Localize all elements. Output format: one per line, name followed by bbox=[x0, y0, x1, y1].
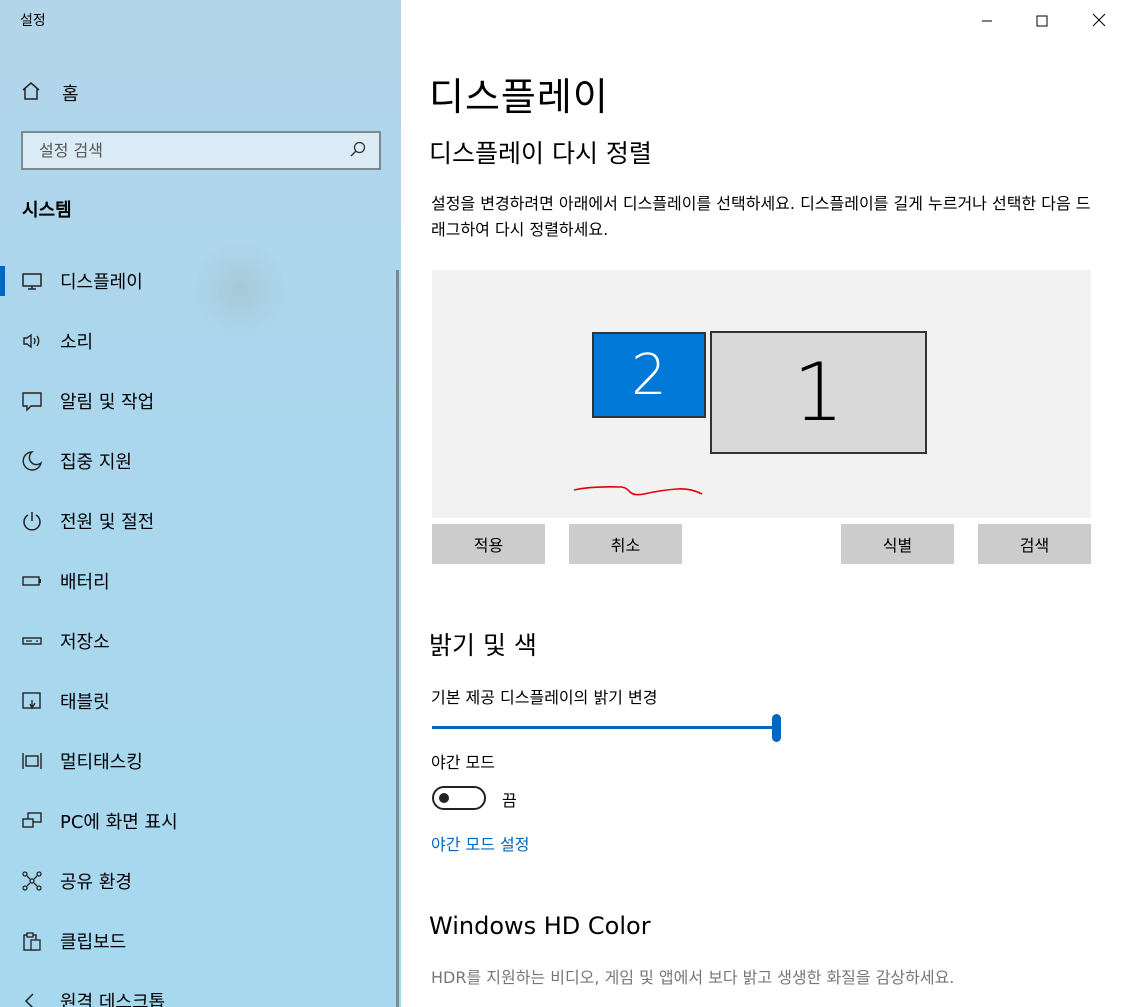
sidebar-item-label: PC에 화면 표시 bbox=[60, 812, 178, 833]
close-button[interactable] bbox=[1071, 0, 1127, 42]
sidebar-item-project[interactable]: PC에 화면 표시 bbox=[0, 791, 401, 851]
page-title: 디스플레이 bbox=[429, 75, 609, 119]
maximize-icon bbox=[1036, 12, 1048, 31]
night-mode-toggle[interactable] bbox=[432, 786, 486, 810]
red-annotation-squiggle bbox=[573, 486, 703, 496]
sidebar-item-label: 전원 및 절전 bbox=[60, 512, 155, 533]
sidebar-item-label: 원격 데스크톱 bbox=[60, 992, 166, 1007]
brightness-slider-thumb[interactable] bbox=[772, 714, 781, 742]
sidebar-item-multitasking[interactable]: 멀티태스킹 bbox=[0, 731, 401, 791]
remote-desktop-icon bbox=[20, 989, 44, 1007]
sidebar-item-home[interactable]: 홈 bbox=[20, 78, 79, 108]
brightness-label: 기본 제공 디스플레이의 밝기 변경 bbox=[431, 688, 658, 707]
identify-button[interactable]: 식별 bbox=[841, 524, 954, 564]
sidebar-nav: 디스플레이 소리 알림 및 작업 집중 지원 전원 및 절전 배터리 저장소 태… bbox=[0, 251, 401, 1007]
multitasking-icon bbox=[20, 749, 44, 773]
moon-icon bbox=[20, 449, 44, 473]
toggle-knob bbox=[439, 793, 449, 803]
maximize-button[interactable] bbox=[1014, 0, 1070, 42]
home-label: 홈 bbox=[62, 84, 79, 105]
search-input[interactable] bbox=[39, 141, 349, 160]
sidebar-item-label: 저장소 bbox=[60, 632, 110, 653]
hdr-description: HDR를 지원하는 비디오, 게임 및 앱에서 보다 밝고 생생한 화질을 감상… bbox=[431, 968, 955, 987]
sidebar-item-label: 클립보드 bbox=[60, 932, 127, 953]
close-icon bbox=[1092, 12, 1106, 31]
sidebar-item-storage[interactable]: 저장소 bbox=[0, 611, 401, 671]
rearrange-description: 설정을 변경하려면 아래에서 디스플레이를 선택하세요. 디스플레이를 길게 누… bbox=[431, 194, 1091, 239]
sidebar-item-label: 태블릿 bbox=[60, 692, 110, 713]
brightness-slider-track[interactable] bbox=[432, 726, 772, 729]
sidebar-item-remote-desktop[interactable]: 원격 데스크톱 bbox=[0, 971, 401, 1007]
sidebar-item-tablet[interactable]: 태블릿 bbox=[0, 671, 401, 731]
home-icon bbox=[20, 80, 42, 106]
sidebar-item-label: 소리 bbox=[60, 332, 94, 353]
sidebar-item-focus-assist[interactable]: 집중 지원 bbox=[0, 431, 401, 491]
sidebar-item-notifications[interactable]: 알림 및 작업 bbox=[0, 371, 401, 431]
minimize-button[interactable] bbox=[959, 0, 1015, 42]
sidebar-item-label: 디스플레이 bbox=[60, 272, 143, 293]
tablet-icon bbox=[20, 689, 44, 713]
notification-icon bbox=[20, 389, 44, 413]
sidebar-item-display[interactable]: 디스플레이 bbox=[0, 251, 401, 311]
hdr-section-title: Windows HD Color bbox=[429, 912, 651, 940]
main-content: 디스플레이 디스플레이 다시 정렬 설정을 변경하려면 아래에서 디스플레이를 … bbox=[401, 0, 1129, 1007]
sidebar-item-sound[interactable]: 소리 bbox=[0, 311, 401, 371]
battery-icon bbox=[20, 569, 44, 593]
detect-button[interactable]: 검색 bbox=[978, 524, 1091, 564]
storage-icon bbox=[20, 629, 44, 653]
display-arrangement-area[interactable]: 2 1 bbox=[432, 270, 1091, 518]
monitor-1[interactable]: 1 bbox=[710, 331, 927, 454]
sidebar-item-label: 배터리 bbox=[60, 572, 110, 593]
power-icon bbox=[20, 509, 44, 533]
monitor-icon bbox=[20, 269, 44, 293]
sidebar-item-shared-experiences[interactable]: 공유 환경 bbox=[0, 851, 401, 911]
night-mode-state: 끔 bbox=[502, 791, 517, 810]
section-title: 시스템 bbox=[22, 200, 72, 221]
monitor-2[interactable]: 2 bbox=[592, 332, 706, 418]
sidebar-scrollbar[interactable] bbox=[396, 270, 399, 1007]
minimize-icon bbox=[981, 12, 993, 31]
sidebar-item-label: 공유 환경 bbox=[60, 872, 132, 893]
rearrange-title: 디스플레이 다시 정렬 bbox=[429, 139, 652, 168]
search-box[interactable] bbox=[21, 131, 381, 170]
brightness-slider[interactable] bbox=[432, 714, 782, 742]
sidebar-item-label: 멀티태스킹 bbox=[60, 752, 143, 773]
cancel-button[interactable]: 취소 bbox=[569, 524, 682, 564]
search-icon[interactable] bbox=[349, 140, 367, 162]
sidebar-item-label: 알림 및 작업 bbox=[60, 392, 155, 413]
apply-button[interactable]: 적용 bbox=[432, 524, 545, 564]
sidebar-item-clipboard[interactable]: 클립보드 bbox=[0, 911, 401, 971]
speaker-icon bbox=[20, 329, 44, 353]
sidebar: 설정 홈 시스템 디스플레이 소리 알림 및 작 bbox=[0, 0, 401, 1007]
sidebar-item-power[interactable]: 전원 및 절전 bbox=[0, 491, 401, 551]
app-title: 설정 bbox=[20, 13, 46, 29]
project-icon bbox=[20, 809, 44, 833]
night-mode-settings-link[interactable]: 야간 모드 설정 bbox=[431, 831, 530, 855]
sidebar-item-battery[interactable]: 배터리 bbox=[0, 551, 401, 611]
brightness-section-title: 밝기 및 색 bbox=[429, 631, 537, 660]
night-mode-label: 야간 모드 bbox=[431, 753, 495, 772]
share-icon bbox=[20, 869, 44, 893]
clipboard-icon bbox=[20, 929, 44, 953]
sidebar-item-label: 집중 지원 bbox=[60, 452, 132, 473]
